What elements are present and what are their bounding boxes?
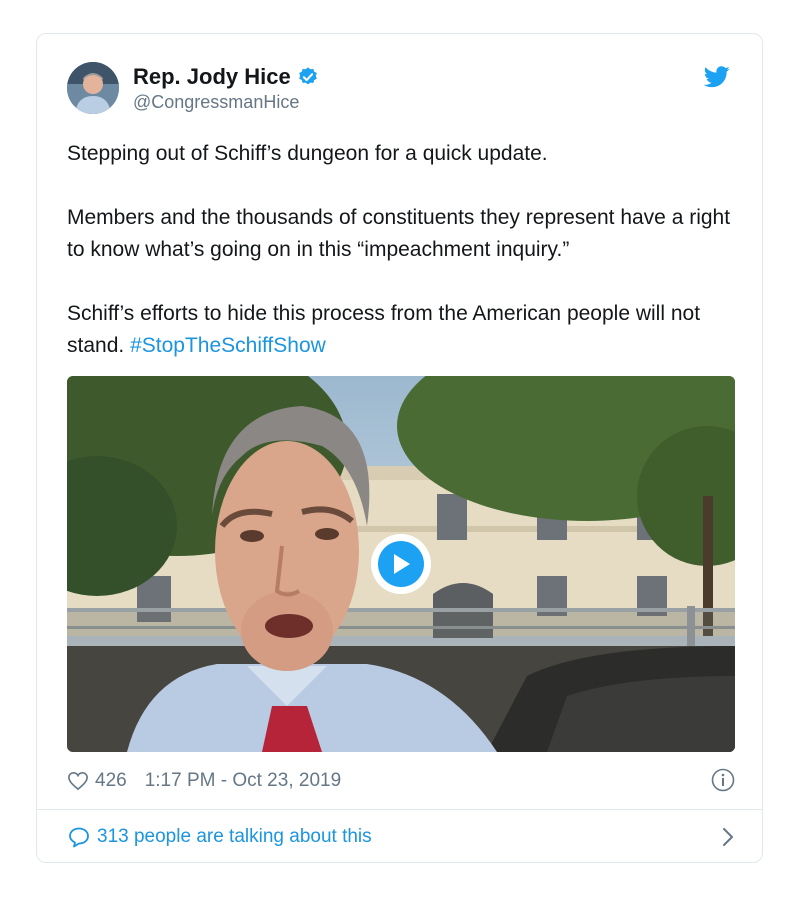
speech-bubble-icon (69, 827, 89, 848)
author-handle[interactable]: @CongressmanHice (133, 92, 299, 113)
chevron-right-icon[interactable] (721, 826, 735, 848)
tweet-paragraph: Stepping out of Schiff’s dungeon for a q… (67, 142, 548, 165)
conversation-link[interactable]: 313 people are talking about this (67, 822, 735, 852)
author-name-row: Rep. Jody Hice (133, 64, 319, 90)
avatar[interactable] (67, 62, 119, 114)
tweet-text: Stepping out of Schiff’s dungeon for a q… (67, 138, 737, 394)
play-button[interactable] (371, 534, 431, 594)
tweet-timestamp[interactable]: 1:17 PM - Oct 23, 2019 (145, 770, 341, 792)
tweet-paragraph: Schiff’s efforts to hide this process fr… (67, 298, 737, 362)
hashtag-link[interactable]: #StopTheSchiffShow (130, 334, 326, 357)
twitter-bird-icon[interactable] (704, 66, 730, 88)
heart-icon[interactable] (67, 771, 89, 791)
conversation-label[interactable]: 313 people are talking about this (97, 826, 372, 848)
tweet-paragraph: Members and the thousands of constituent… (67, 206, 731, 261)
divider (37, 809, 762, 810)
display-name[interactable]: Rep. Jody Hice (133, 64, 291, 90)
play-icon (378, 541, 424, 587)
info-icon[interactable] (711, 768, 735, 792)
verified-badge-icon (298, 67, 317, 85)
tweet-card: Rep. Jody Hice @CongressmanHice Stepping… (36, 33, 763, 863)
like-count[interactable]: 426 (95, 770, 127, 792)
video-thumbnail[interactable] (67, 376, 735, 752)
tweet-meta: 426 1:17 PM - Oct 23, 2019 (67, 768, 735, 794)
